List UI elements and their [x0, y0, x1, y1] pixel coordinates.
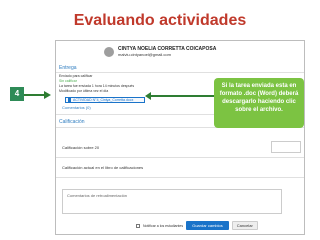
- current-grade-label: Calificación actual en el libro de calif…: [62, 165, 144, 170]
- grade-label: Calificación sobre 20: [62, 145, 100, 150]
- feedback-label: Comentarios de retroalimentación: [67, 193, 128, 198]
- section-calificacion: Calificación: [59, 119, 85, 125]
- divider: [56, 72, 304, 73]
- document-icon: [68, 98, 71, 102]
- comments-link[interactable]: Comentarios (0): [62, 105, 91, 110]
- callout-arrow-line: [150, 95, 214, 97]
- arrow-line: [24, 94, 44, 96]
- feedback-editor[interactable]: Comentarios de retroalimentación: [62, 189, 282, 214]
- notify-label: Notificar a los estudiantes: [143, 223, 184, 228]
- slide-title: Evaluando actividades: [73, 12, 247, 29]
- form-actions: Notificar a los estudiantes Guardar camb…: [136, 221, 258, 230]
- submitted-file-link[interactable]: ACTIVIDAD N°4_Cintya_Corretta.docx: [65, 97, 145, 103]
- divider: [56, 177, 304, 178]
- grade-input[interactable]: [271, 141, 301, 153]
- save-button[interactable]: Guardar cambios: [186, 221, 229, 230]
- cancel-button[interactable]: Cancelar: [231, 221, 258, 230]
- divider: [56, 157, 304, 158]
- submission-info: Enviado para calificar Sin calificar La …: [59, 74, 199, 94]
- moodle-screenshot: CINTYA NOELIA CORRETTA COICAPOSA malviu.…: [55, 40, 305, 235]
- user-header: CINTYA NOELIA CORRETTA COICAPOSA malviu.…: [104, 43, 216, 61]
- notify-checkbox[interactable]: [136, 223, 140, 228]
- slide: Evaluando actividades CINTYA NOELIA CORR…: [0, 0, 320, 240]
- user-info: CINTYA NOELIA CORRETTA COICAPOSA malviu.…: [118, 47, 216, 58]
- avatar: [104, 47, 114, 57]
- arrow-right-icon: [44, 91, 51, 99]
- step-number-badge: 4: [10, 87, 24, 101]
- file-name: ACTIVIDAD N°4_Cintya_Corretta.docx: [73, 98, 134, 102]
- user-email: malviu.cintyanoel@gmail.com: [118, 52, 171, 57]
- edit-info: Modificado por última vez el día: [59, 89, 109, 93]
- section-entrega: Entrega: [59, 65, 77, 71]
- callout-box: Si la tarea enviada esta en formato .doc…: [214, 78, 304, 128]
